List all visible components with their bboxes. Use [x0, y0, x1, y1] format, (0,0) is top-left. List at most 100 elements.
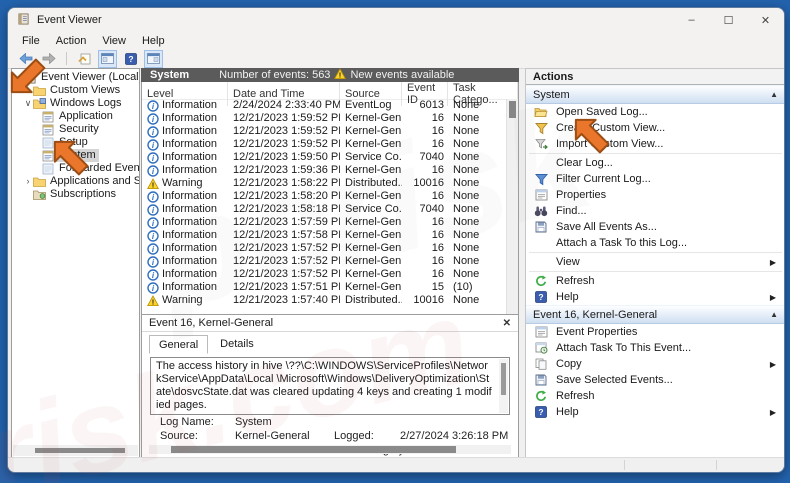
event-row[interactable]: i Information 12/21/2023 1:57:51 PM Kerne… — [142, 281, 507, 294]
tree-horizontal-scrollbar[interactable] — [13, 445, 138, 456]
copy-icon — [533, 357, 549, 371]
sidebar-item-forwarded-events[interactable]: Forwarded Events — [12, 162, 139, 175]
info-icon: i — [147, 242, 159, 255]
properties-window-button[interactable] — [98, 49, 117, 68]
subscriptions-icon — [33, 189, 47, 201]
event-row[interactable]: ! Warning 12/21/2023 1:57:40 PM Distribut… — [142, 294, 507, 307]
detail-horizontal-scrollbar[interactable] — [149, 445, 511, 454]
sidebar-item-system[interactable]: System — [12, 149, 139, 162]
toolbar-separator — [66, 52, 67, 65]
action-clear-log[interactable]: Clear Log... — [526, 155, 784, 171]
sidebar-item-setup[interactable]: Setup — [12, 136, 139, 149]
sidebar-item-label: Forwarded Events — [59, 162, 140, 174]
action-copy[interactable]: Copy ▶ — [526, 356, 784, 372]
event-row[interactable]: i Information 12/21/2023 1:57:52 PM Kerne… — [142, 255, 507, 268]
action-refresh[interactable]: Refresh — [526, 388, 784, 404]
sidebar-item-label: Application — [59, 110, 113, 122]
action-save-selected-events[interactable]: Save Selected Events... — [526, 372, 784, 388]
description-scrollbar[interactable] — [499, 359, 508, 413]
chevron-right-icon[interactable]: › — [23, 84, 33, 97]
menu-help[interactable]: Help — [134, 35, 173, 47]
events-column-headers: Level Date and Time Source Event ID Task… — [142, 82, 518, 106]
action-import-custom-view[interactable]: Import Custom View... — [526, 136, 784, 152]
event-row[interactable]: i Information 12/21/2023 1:59:52 PM Kerne… — [142, 138, 507, 151]
action-view[interactable]: View ▶ — [526, 254, 784, 270]
title-bar: Event Viewer – ☐ ✕ — [8, 8, 784, 32]
info-icon: i — [147, 281, 159, 294]
log-icon — [42, 124, 56, 136]
forward-button[interactable] — [39, 50, 58, 68]
event-row[interactable]: ! Warning 12/21/2023 1:58:22 PM Distribut… — [142, 177, 507, 190]
maximize-button[interactable]: ☐ — [710, 8, 747, 32]
menu-action[interactable]: Action — [48, 35, 95, 47]
event-detail-panel: Event 16, Kernel-General ✕ General Detai… — [141, 314, 519, 458]
action-properties[interactable]: Properties — [526, 187, 784, 203]
action-label: Import Custom View... — [556, 138, 664, 150]
action-help[interactable]: ? Help ▶ — [526, 404, 784, 420]
close-icon[interactable]: ✕ — [503, 318, 511, 329]
sidebar-item-event-viewer-local[interactable]: Event Viewer (Local) — [12, 71, 139, 84]
event-description: The access history in hive \??\C:\WINDOW… — [150, 357, 510, 415]
action-save-all-events-as[interactable]: Save All Events As... — [526, 219, 784, 235]
action-event-properties[interactable]: Event Properties — [526, 324, 784, 340]
info-icon: i — [147, 216, 159, 229]
event-row[interactable]: i Information 12/21/2023 1:57:58 PM Kerne… — [142, 229, 507, 242]
collapse-icon[interactable]: ▲ — [770, 90, 778, 99]
chevron-right-icon[interactable]: › — [23, 175, 33, 188]
action-label: Open Saved Log... — [556, 106, 648, 118]
new-events-icon: ! — [334, 67, 347, 83]
event-row[interactable]: i Information 12/21/2023 1:57:59 PM Kerne… — [142, 216, 507, 229]
actions-section-system[interactable]: System ▲ — [526, 85, 784, 104]
submenu-arrow-icon: ▶ — [769, 407, 776, 417]
event-row[interactable]: i Information 12/21/2023 1:58:20 PM Kerne… — [142, 190, 507, 203]
events-vertical-scrollbar[interactable] — [506, 99, 518, 314]
svg-text:!: ! — [152, 297, 155, 306]
action-attach-a-task-to-this-log[interactable]: Attach a Task To this Log... — [526, 235, 784, 251]
sidebar-item-security[interactable]: Security — [12, 123, 139, 136]
action-find[interactable]: Find... — [526, 203, 784, 219]
menu-file[interactable]: File — [14, 35, 48, 47]
console-tree-toggle-button[interactable] — [75, 50, 94, 68]
event-row[interactable]: i Information 12/21/2023 1:59:50 PM Servi… — [142, 151, 507, 164]
event-row[interactable]: i Information 12/21/2023 1:57:52 PM Kerne… — [142, 268, 507, 281]
sidebar-item-windows-logs[interactable]: ∨ Windows Logs — [12, 97, 139, 110]
info-icon: i — [147, 125, 159, 138]
actions-section-event-16-kernel-general[interactable]: Event 16, Kernel-General ▲ — [526, 305, 784, 324]
sidebar-item-applications-and-services-log[interactable]: › Applications and Services Log — [12, 175, 140, 188]
sidebar-item-custom-views[interactable]: › Custom Views — [12, 84, 139, 97]
log-icon — [42, 150, 56, 162]
action-help[interactable]: ? Help ▶ — [526, 289, 784, 305]
sidebar-item-label: Subscriptions — [50, 188, 117, 200]
action-pane-toggle-button[interactable] — [144, 49, 163, 68]
collapse-icon[interactable]: ▲ — [770, 310, 778, 319]
action-open-saved-log[interactable]: Open Saved Log... — [526, 104, 784, 120]
refresh-icon — [533, 389, 549, 403]
import-icon — [533, 137, 549, 151]
close-button[interactable]: ✕ — [747, 8, 784, 32]
action-label: Refresh — [556, 275, 595, 287]
help-button[interactable]: ? — [121, 50, 140, 68]
action-filter-current-log[interactable]: Filter Current Log... — [526, 171, 784, 187]
action-label: Event Properties — [556, 326, 638, 338]
sidebar-item-application[interactable]: Application — [12, 110, 139, 123]
event-row[interactable]: i Information 12/21/2023 1:59:52 PM Kerne… — [142, 125, 507, 138]
event-row[interactable]: i Information 12/21/2023 1:57:52 PM Kerne… — [142, 242, 507, 255]
event-row[interactable]: i Information 12/21/2023 1:59:36 PM Kerne… — [142, 164, 507, 177]
chevron-down-icon[interactable]: ∨ — [23, 97, 33, 110]
action-refresh[interactable]: Refresh — [526, 273, 784, 289]
tab-details[interactable]: Details — [210, 334, 264, 353]
action-create-custom-view[interactable]: Create Custom View... — [526, 120, 784, 136]
event-row[interactable]: i Information 12/21/2023 1:59:52 PM Kerne… — [142, 112, 507, 125]
minimize-button[interactable]: – — [673, 8, 710, 32]
tab-general[interactable]: General — [149, 335, 209, 354]
back-button[interactable] — [16, 50, 35, 68]
detail-tabs: General Details — [142, 332, 518, 354]
event-row[interactable]: i Information 2/24/2024 2:33:40 PM EventL… — [142, 99, 507, 112]
sidebar-item-subscriptions[interactable]: Subscriptions — [12, 188, 139, 201]
menu-view[interactable]: View — [94, 35, 134, 47]
action-label: Attach Task To This Event... — [556, 342, 692, 354]
action-label: Properties — [556, 189, 607, 201]
sidebar-item-label: Setup — [59, 136, 88, 148]
action-attach-task-to-this-event[interactable]: Attach Task To This Event... — [526, 340, 784, 356]
event-row[interactable]: i Information 12/21/2023 1:58:18 PM Servi… — [142, 203, 507, 216]
